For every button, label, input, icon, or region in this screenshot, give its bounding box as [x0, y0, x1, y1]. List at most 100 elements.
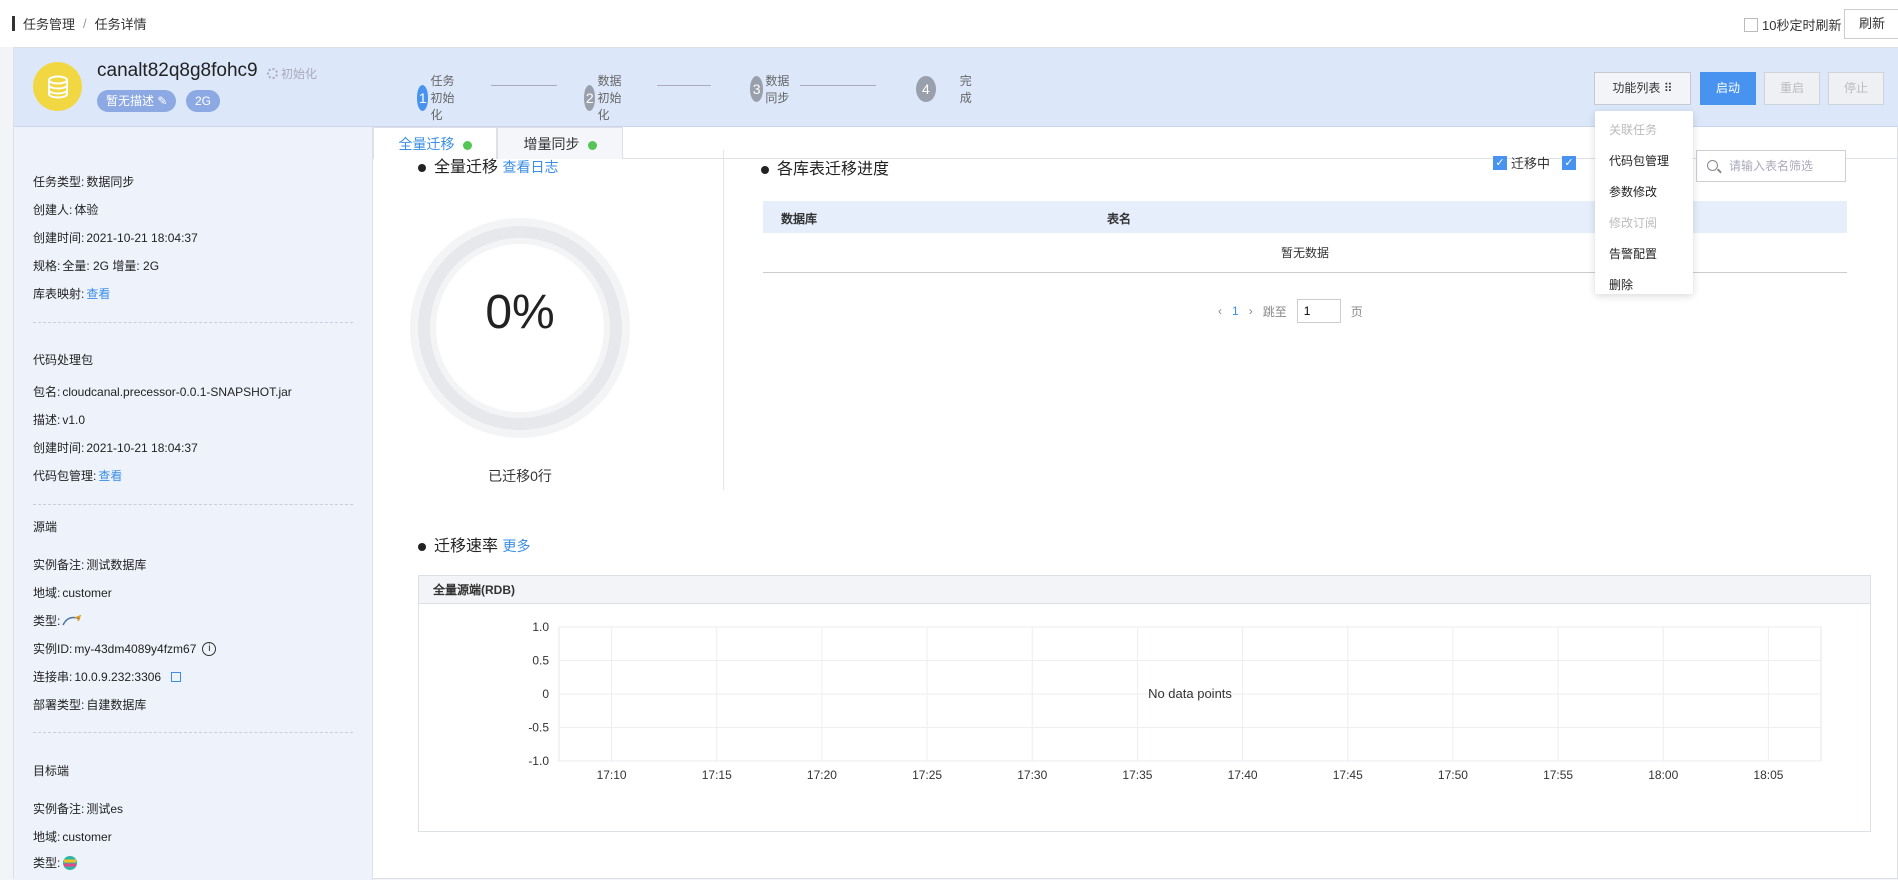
database-icon	[33, 62, 82, 111]
spec-chip: 2G	[186, 90, 221, 112]
mapping-view-link[interactable]: 查看	[86, 285, 110, 302]
top-bar: 任务管理 / 任务详情 10秒定时刷新 刷新	[0, 0, 1898, 47]
x-tick-label: 17:10	[597, 768, 627, 782]
tab-incremental-sync-label: 增量同步	[523, 136, 580, 152]
target-section-title: 目标端	[33, 764, 70, 778]
created-time-row: 创建时间: 2021-10-21 18:04:37	[33, 229, 198, 246]
menu-item-delete[interactable]: 删除	[1595, 270, 1693, 301]
spec-row: 规格: 全量: 2G 增量: 2G	[33, 257, 159, 274]
package-mgmt-row: 代码包管理: 查看	[33, 467, 122, 484]
y-tick-label: -0.5	[528, 721, 549, 735]
divider	[33, 504, 353, 505]
package-desc-label: 描述:	[33, 413, 61, 427]
source-id-row: 实例ID: my-43dm4089y4fzm67 i	[33, 640, 217, 657]
description-chip[interactable]: 暂无描述 ✎	[97, 90, 177, 112]
function-menu: 关联任务 代码包管理 参数修改 修改订阅 告警配置 删除	[1595, 111, 1693, 294]
divider	[33, 322, 353, 323]
bullet-icon	[418, 542, 426, 551]
rate-title-text: 迁移速率	[434, 538, 499, 555]
rate-title: 迁移速率 更多	[418, 532, 530, 556]
page-jump-input[interactable]	[1296, 299, 1341, 323]
step-4-number: 4	[916, 76, 936, 102]
menu-item-param-edit[interactable]: 参数修改	[1595, 177, 1693, 208]
menu-item-edit-subscription[interactable]: 修改订阅	[1595, 208, 1693, 239]
prev-page-icon[interactable]: ‹	[1218, 304, 1222, 318]
step-4-label: 完成	[959, 74, 972, 105]
next-page-icon[interactable]: ›	[1249, 304, 1253, 318]
start-button[interactable]: 启动	[1700, 72, 1756, 105]
x-tick-label: 17:55	[1543, 768, 1573, 782]
migrating-checkbox[interactable]: ✓	[1493, 155, 1507, 170]
auto-refresh-checkbox[interactable]	[1744, 17, 1758, 32]
package-created-label: 创建时间:	[33, 441, 85, 455]
search-icon	[1707, 160, 1718, 171]
y-tick-label: 0	[542, 687, 549, 701]
second-filter-checkbox[interactable]: ✓	[1562, 155, 1577, 170]
view-log-link[interactable]: 查看日志	[502, 159, 558, 175]
function-list-button[interactable]: 功能列表 ⠿	[1594, 72, 1691, 105]
menu-item-package-mgmt[interactable]: 代码包管理	[1595, 146, 1693, 177]
rate-more-link[interactable]: 更多	[502, 538, 530, 554]
x-tick-label: 17:25	[912, 768, 942, 782]
menu-item-alert-config[interactable]: 告警配置	[1595, 239, 1693, 270]
info-icon[interactable]: i	[202, 641, 217, 656]
creator-label: 创建人:	[33, 203, 73, 217]
source-note-label: 实例备注:	[33, 558, 85, 572]
source-note-row: 实例备注: 测试数据库	[33, 556, 146, 573]
created-time-label: 创建时间:	[33, 231, 85, 245]
copy-icon[interactable]	[171, 671, 182, 682]
source-deploy-value: 自建数据库	[86, 698, 147, 712]
package-section-title: 代码处理包	[33, 353, 94, 367]
spec-label: 规格:	[33, 259, 61, 273]
source-conn-label: 连接串:	[33, 670, 73, 684]
page-unit: 页	[1350, 304, 1363, 319]
mysql-icon	[62, 614, 82, 627]
status-dot	[462, 140, 472, 150]
target-region-label: 地域:	[33, 830, 61, 844]
menu-item-related-tasks[interactable]: 关联任务	[1595, 115, 1693, 146]
breadcrumb-root-link[interactable]: 任务管理	[23, 14, 75, 33]
x-tick-label: 17:40	[1228, 768, 1258, 782]
step-1-label: 任务初始化	[430, 74, 455, 122]
search-placeholder: 请输入表名筛选	[1729, 159, 1814, 173]
status-dot	[587, 140, 597, 150]
step-1: 1 任务初始化	[417, 72, 457, 123]
step-2-number: 2	[584, 84, 596, 111]
restart-button[interactable]: 重启	[1764, 72, 1820, 105]
target-region-value: customer	[62, 829, 112, 844]
breadcrumb: 任务管理 / 任务详情	[12, 14, 147, 33]
elasticsearch-icon	[62, 855, 78, 871]
step-3-label: 数据同步	[765, 74, 790, 105]
source-deploy-row: 部署类型: 自建数据库	[33, 696, 146, 713]
page-number[interactable]: 1	[1232, 304, 1239, 318]
source-type-row: 类型:	[33, 612, 82, 629]
target-note-row: 实例备注: 测试es	[33, 800, 123, 817]
mapping-row: 库表映射: 查看	[33, 285, 110, 302]
rate-chart: 17:10 17:15 17:20 17:25 17:30 17:35 17:40 17:45…	[528, 620, 1822, 782]
y-tick-label: 1.0	[532, 620, 549, 634]
auto-refresh-label: 10秒定时刷新	[1762, 18, 1842, 33]
description-chip-label: 暂无描述	[106, 94, 155, 108]
breadcrumb-separator: /	[83, 16, 87, 31]
status-filters: ✓ 迁移中 ✓	[1493, 153, 1577, 172]
stop-button[interactable]: 停止	[1828, 72, 1884, 105]
progress-percent: 0%	[485, 286, 555, 339]
rate-chart-panel: 全量源端(RDB) 17:10 17:15 17:20 17:25 17:30 17:35…	[418, 575, 1871, 832]
tab-full-migration-label: 全量迁移	[398, 136, 455, 152]
refresh-button[interactable]: 刷新	[1844, 9, 1898, 39]
table-search-input[interactable]: 请输入表名筛选	[1696, 150, 1846, 182]
auto-refresh-toggle[interactable]: 10秒定时刷新	[1744, 15, 1841, 34]
package-created-value: 2021-10-21 18:04:37	[86, 440, 198, 455]
breadcrumb-current: 任务详情	[94, 17, 147, 32]
package-mgmt-view-link[interactable]: 查看	[98, 467, 122, 484]
source-conn-row: 连接串: 10.0.9.232:3306	[33, 668, 182, 685]
edit-icon[interactable]: ✎	[157, 94, 167, 108]
task-type-value: 数据同步	[86, 175, 135, 189]
x-tick-label: 17:30	[1017, 768, 1047, 782]
y-tick-label: -1.0	[528, 754, 549, 768]
source-deploy-label: 部署类型:	[33, 698, 85, 712]
pagination: ‹ 1 › 跳至 页	[1218, 299, 1363, 323]
package-name-label: 包名:	[33, 385, 61, 399]
source-region-label: 地域:	[33, 586, 61, 600]
full-migration-title-text: 全量迁移	[434, 159, 499, 176]
